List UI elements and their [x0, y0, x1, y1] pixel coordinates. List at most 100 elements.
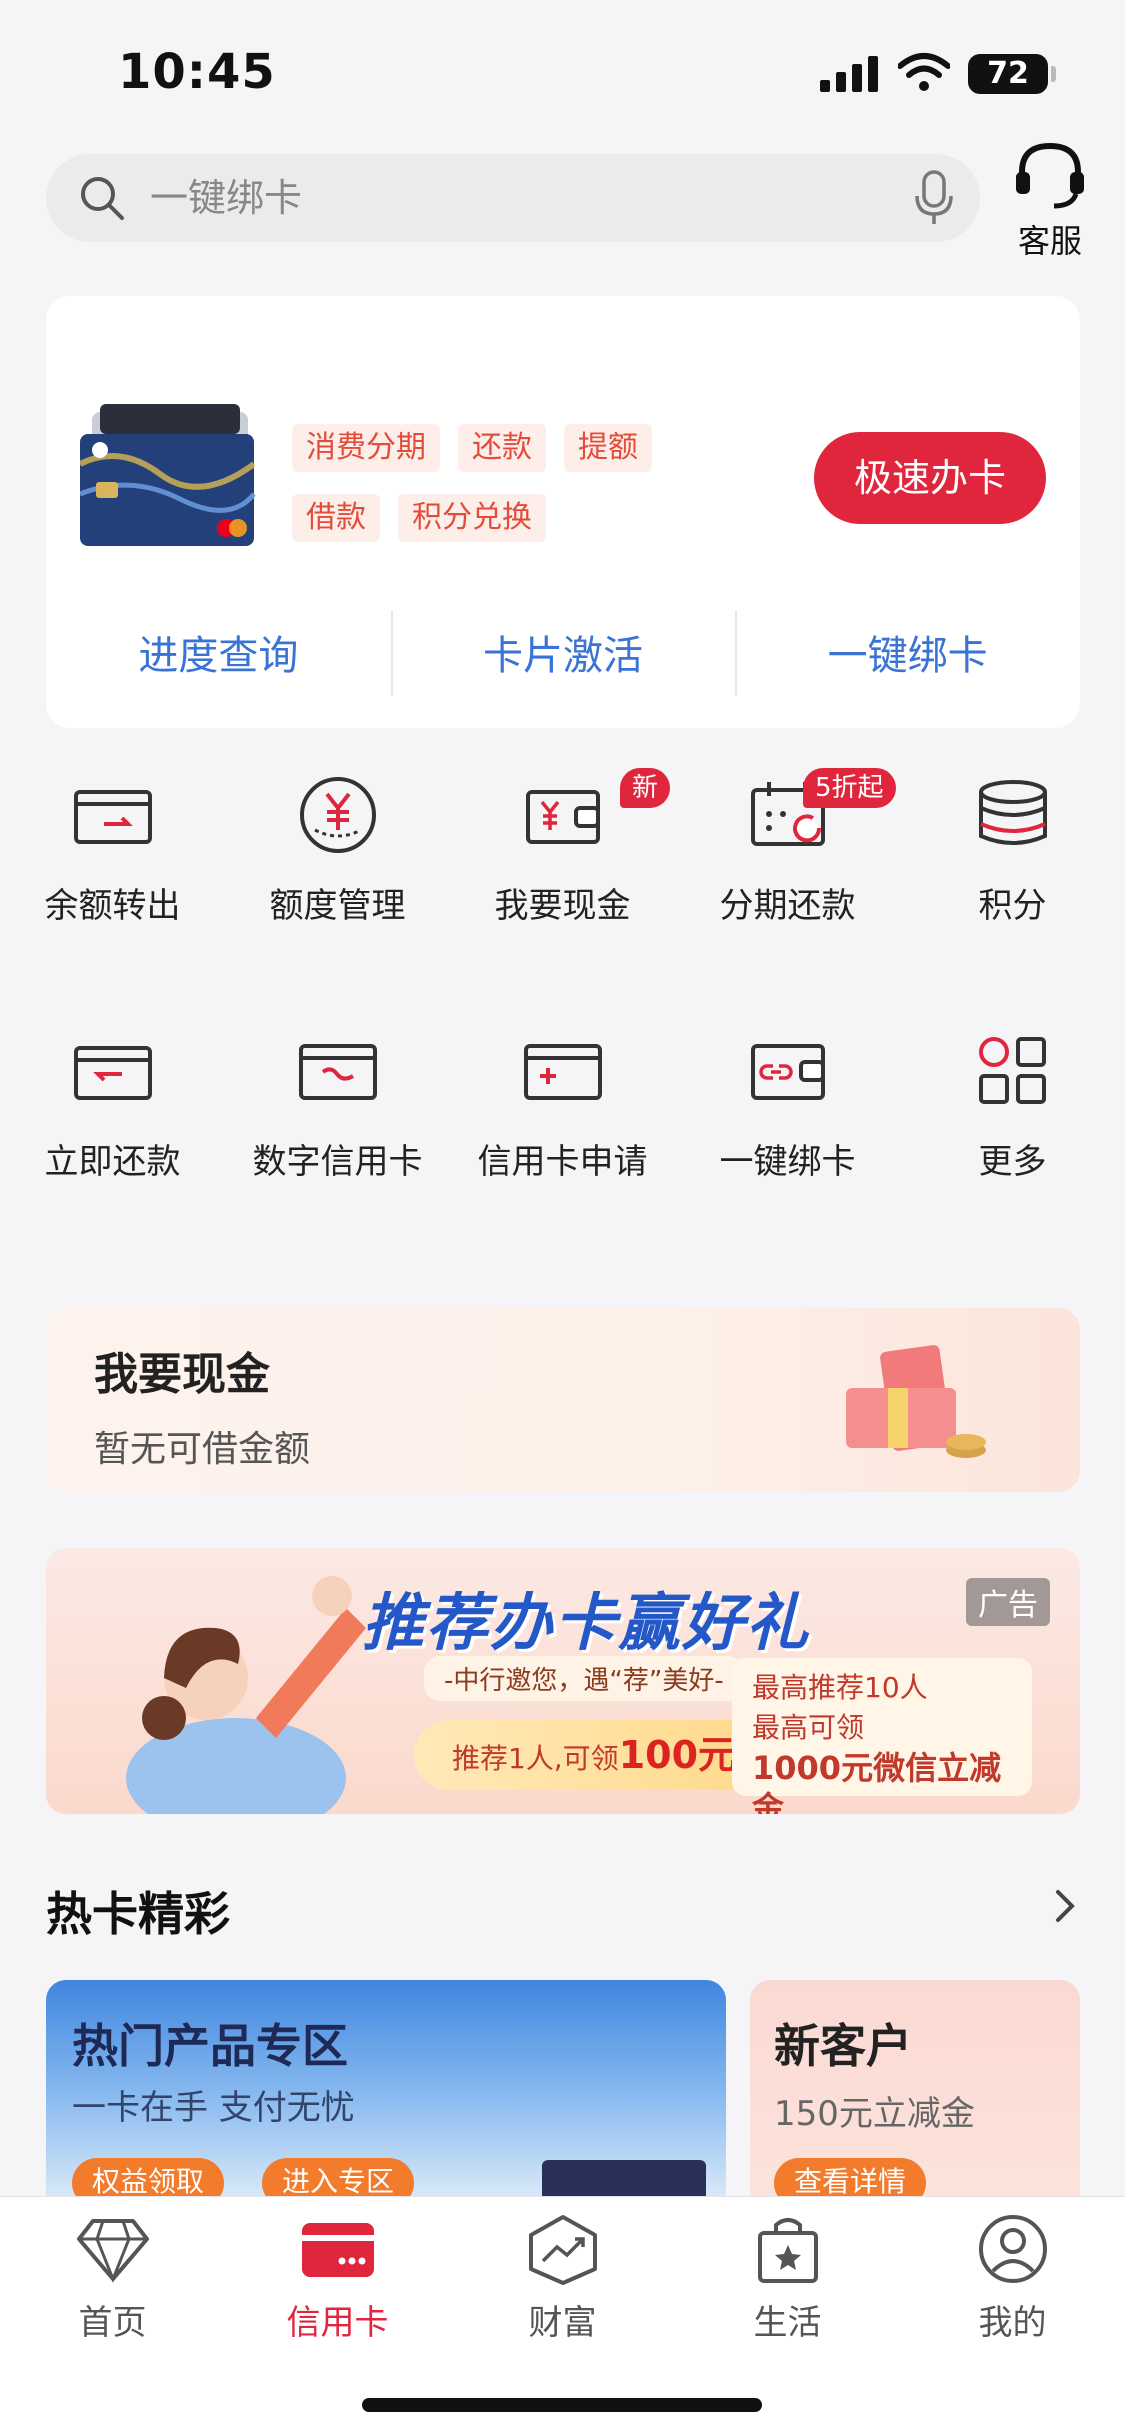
- view-details-button[interactable]: 查看详情: [774, 2158, 927, 2200]
- microphone-icon[interactable]: [912, 168, 956, 228]
- grid-label: 更多: [978, 1142, 1047, 1182]
- link-card-icon: [750, 1044, 825, 1100]
- money-stack-icon: [846, 1345, 986, 1458]
- box-line-3: 1000元微信立减金: [752, 1749, 1002, 1814]
- pill-amount: 100元: [618, 1733, 737, 1777]
- new-customer-title: 新客户: [774, 2019, 912, 2073]
- tab-life[interactable]: 生活: [675, 2213, 900, 2344]
- banner-reward-pill: 推荐1人,可领100元: [414, 1720, 774, 1790]
- yuan-coin-icon: [299, 777, 376, 853]
- tag-repay[interactable]: 还款: [458, 424, 546, 472]
- grid-label: 我要现金: [494, 886, 631, 926]
- headset-icon: [1016, 142, 1084, 209]
- pill-prefix: 推荐1人,可领: [451, 1742, 619, 1775]
- banner-subtitle: -中行邀您，遇“荐”美好-: [424, 1656, 744, 1701]
- bind-card-link[interactable]: 一键绑卡: [735, 610, 1080, 728]
- credit-card-panel: 消费分期 还款 提额 借款 积分兑换 极速办卡 进度查询 卡片激活 一键绑卡: [46, 296, 1080, 728]
- grid-label: 立即还款: [44, 1142, 181, 1182]
- credit-card-icon: [301, 2223, 374, 2277]
- tab-label: 首页: [78, 2303, 147, 2343]
- grid-item-cash[interactable]: 新 我要现金: [450, 768, 675, 970]
- tab-label: 生活: [753, 2303, 822, 2343]
- diamond-icon: [76, 2219, 149, 2284]
- new-customer-subtitle: 150元立减金: [774, 2094, 975, 2134]
- tab-label: 财富: [528, 2303, 597, 2343]
- card-activation-link[interactable]: 卡片激活: [390, 610, 736, 728]
- progress-query-link[interactable]: 进度查询: [46, 616, 391, 728]
- quick-links: 进度查询 卡片激活 一键绑卡: [46, 610, 1080, 728]
- grid-item-card-application[interactable]: 信用卡申请: [450, 1026, 675, 1226]
- claim-benefits-button[interactable]: 权益领取: [72, 2158, 225, 2200]
- grid-item-installment-repay[interactable]: 5折起 分期还款: [675, 768, 900, 970]
- quick-apply-button[interactable]: 极速办卡: [814, 432, 1046, 524]
- enter-zone-button[interactable]: 进入专区: [262, 2158, 415, 2200]
- new-badge: 新: [620, 768, 671, 808]
- tab-label: 我的: [978, 2303, 1047, 2343]
- status-bar: 10:45 72: [0, 0, 1125, 140]
- database-icon: [978, 780, 1047, 845]
- grid-label: 数字信用卡: [252, 1142, 423, 1182]
- new-customer-card[interactable]: 新客户 150元立减金 查看详情: [750, 1980, 1080, 2200]
- wallet-yuan-icon: [525, 790, 600, 844]
- user-icon: [978, 2215, 1047, 2283]
- tag-loan[interactable]: 借款: [292, 494, 380, 542]
- cellular-signal-icon: [820, 56, 878, 92]
- grid-item-limit-management[interactable]: 额度管理: [225, 770, 450, 970]
- box-line-2: 最高可领: [752, 1711, 865, 1744]
- hot-products-subtitle: 一卡在手 支付无忧: [72, 2088, 355, 2128]
- grid-item-bind-card[interactable]: 一键绑卡: [675, 1026, 900, 1226]
- cash-subtitle: 暂无可借金额: [94, 1429, 311, 1470]
- banner-title: 推荐办卡赢好礼: [362, 1586, 811, 1659]
- home-indicator: [362, 2398, 762, 2412]
- status-time: 10:45: [118, 44, 276, 100]
- banner-reward-box: 最高推荐10人 最高可领 1000元微信立减金: [732, 1658, 1032, 1814]
- hot-products-card[interactable]: 热门产品专区 一卡在手 支付无忧 权益领取 进入专区: [46, 1980, 726, 2200]
- cash-loan-card[interactable]: 我要现金 暂无可借金额: [46, 1308, 1080, 1492]
- hot-products-title: 热门产品专区: [72, 2019, 348, 2073]
- search-icon: [81, 177, 124, 220]
- grid-item-more[interactable]: 更多: [900, 1026, 1125, 1226]
- tab-credit-card[interactable]: 信用卡: [225, 2213, 450, 2344]
- grid-label: 分期还款: [719, 886, 856, 926]
- grid-item-repay-now[interactable]: 立即还款: [0, 1026, 225, 1226]
- tag-raise-limit[interactable]: 提额: [564, 424, 652, 472]
- credit-card-image: [80, 404, 256, 546]
- tab-wealth[interactable]: 财富: [450, 2213, 675, 2344]
- tag-installment[interactable]: 消费分期: [292, 424, 440, 472]
- box-line-1: 最高推荐10人: [752, 1671, 928, 1704]
- ad-label: 广告: [966, 1578, 1050, 1626]
- battery-indicator: 72: [968, 54, 1056, 94]
- repay-card-icon: [73, 1046, 152, 1100]
- feature-tags: 消费分期 还款 提额 借款 积分兑换: [292, 424, 812, 564]
- wifi-icon: [898, 53, 950, 91]
- card-add-icon: [523, 1044, 602, 1100]
- wealth-chart-icon: [528, 2215, 597, 2285]
- customer-service-label: 客服: [1017, 222, 1082, 260]
- tab-home[interactable]: 首页: [0, 2213, 225, 2344]
- search-bar[interactable]: 一键绑卡: [46, 154, 980, 242]
- card-thumbnail: [542, 2160, 706, 2200]
- transfer-out-icon: [73, 790, 152, 844]
- cash-title: 我要现金: [94, 1349, 270, 1400]
- tag-points-exchange[interactable]: 积分兑换: [398, 494, 546, 542]
- more-grid-icon: [978, 1037, 1046, 1104]
- shopping-bag-icon: [757, 2218, 818, 2283]
- search-input[interactable]: 一键绑卡: [150, 174, 302, 222]
- tab-mine[interactable]: 我的: [900, 2213, 1125, 2344]
- grid-label: 积分: [978, 886, 1047, 926]
- cartoon-girl-illustration: [126, 1576, 366, 1814]
- discount-badge: 5折起: [803, 768, 896, 808]
- tab-label: 信用卡: [286, 2303, 389, 2343]
- grid-label: 一键绑卡: [719, 1142, 856, 1182]
- chevron-right-icon[interactable]: [1050, 1886, 1080, 1926]
- grid-label: 信用卡申请: [477, 1142, 648, 1182]
- customer-service-button[interactable]: 客服: [1008, 140, 1092, 260]
- grid-item-balance-transfer[interactable]: 余额转出: [0, 770, 225, 970]
- digital-card-icon: [298, 1044, 377, 1100]
- hot-section-title: 热卡精彩: [46, 1887, 230, 1941]
- referral-banner[interactable]: 推荐办卡赢好礼 -中行邀您，遇“荐”美好- 推荐1人,可领100元 最高推荐10…: [46, 1548, 1080, 1814]
- grid-item-points[interactable]: 积分: [900, 770, 1125, 970]
- grid-label: 额度管理: [269, 886, 406, 926]
- grid-label: 余额转出: [44, 886, 181, 926]
- grid-item-digital-card[interactable]: 数字信用卡: [225, 1026, 450, 1226]
